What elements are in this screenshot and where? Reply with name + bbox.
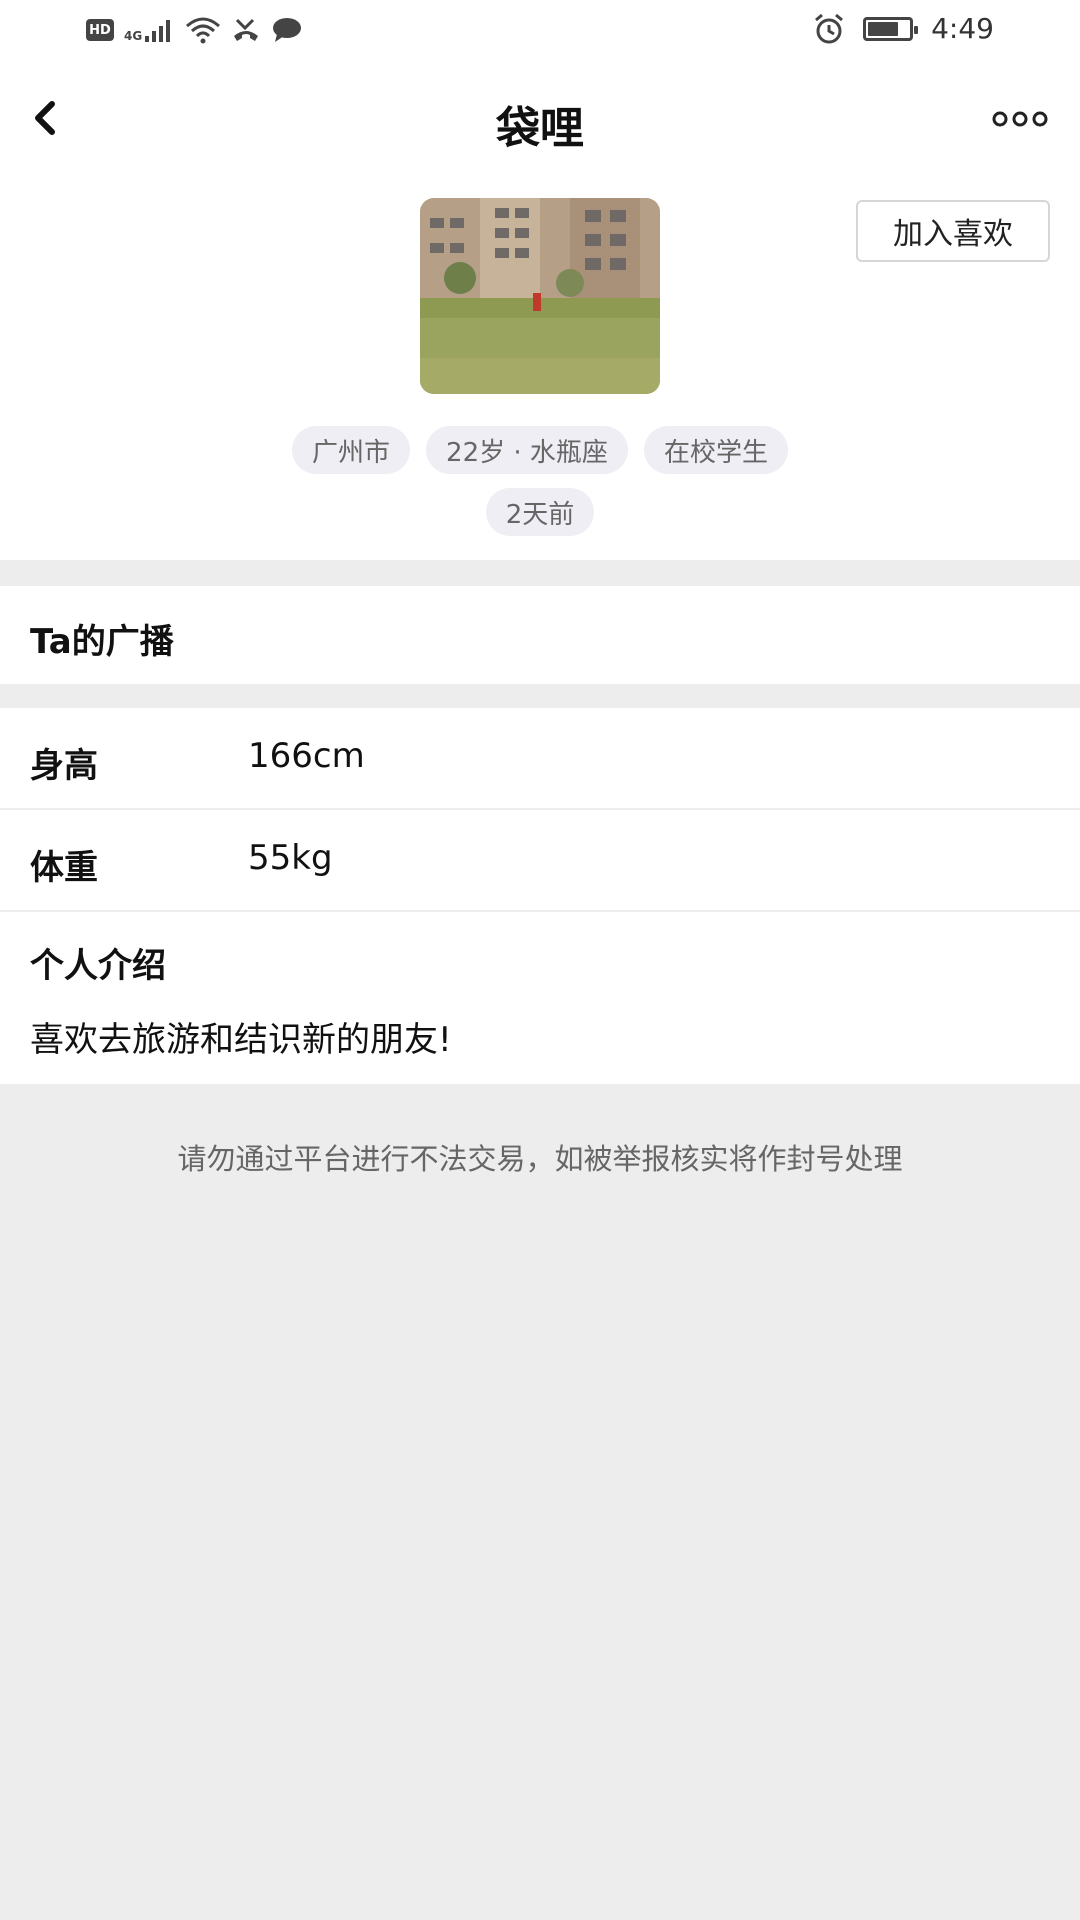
alarm-icon [815, 13, 844, 43]
nav-bar: 袋哩 [0, 64, 1080, 184]
message-icon [273, 18, 302, 42]
tag-city: 广州市 [292, 426, 411, 474]
tag-age-zodiac: 22岁 · 水瓶座 [426, 426, 628, 474]
avatar[interactable] [420, 198, 660, 394]
tag-time-ago: 2天前 [485, 488, 595, 536]
status-left: HD 4G [86, 16, 303, 44]
status-right: 4:49 [813, 12, 994, 45]
weight-label: 体重 [30, 848, 98, 888]
tag-list: 广州市 22岁 · 水瓶座 在校学生 [0, 426, 1080, 474]
broadcast-section[interactable]: Ta的广播 [0, 586, 1080, 684]
clock: 4:49 [931, 12, 994, 45]
avatar-photo [420, 198, 660, 394]
wifi-icon [186, 17, 221, 44]
weight-row: 体重 55kg [0, 810, 1080, 910]
add-to-favorites-button[interactable]: 加入喜欢 [856, 200, 1050, 262]
hd-icon: HD [86, 19, 114, 41]
missed-call-icon [234, 18, 259, 41]
broadcast-title: Ta的广播 [30, 622, 174, 662]
signal-icon: 4G [124, 18, 175, 42]
profile-header: 加入喜欢 广州市 22岁 · 水瓶座 在校学生 2天前 [0, 184, 1080, 560]
intro-title: 个人介绍 [30, 946, 166, 986]
page-title: 袋哩 [496, 103, 584, 154]
intro-text: 喜欢去旅游和结识新的朋友! [30, 1020, 452, 1060]
status-bar: HD 4G 4:49 [0, 0, 1080, 64]
battery-icon [863, 16, 919, 41]
network-type: 4G [124, 29, 143, 43]
legal-notice: 请勿通过平台进行不法交易，如被举报核实将作封号处理 [177, 1142, 903, 1176]
weight-value: 55kg [248, 838, 333, 878]
more-dots-icon[interactable] [990, 104, 1050, 134]
height-value: 166cm [248, 736, 365, 776]
intro-section: 个人介绍 喜欢去旅游和结识新的朋友! [0, 912, 1080, 1084]
time-ago-row: 2天前 [0, 488, 1080, 536]
height-label: 身高 [30, 746, 98, 786]
profile-page: HD 4G 4:49 袋哩 加入喜欢 广州市 22岁 · 水瓶座 在校学生 2天… [0, 0, 1080, 1920]
height-row: 身高 166cm [0, 708, 1080, 808]
tag-occupation: 在校学生 [643, 426, 788, 474]
